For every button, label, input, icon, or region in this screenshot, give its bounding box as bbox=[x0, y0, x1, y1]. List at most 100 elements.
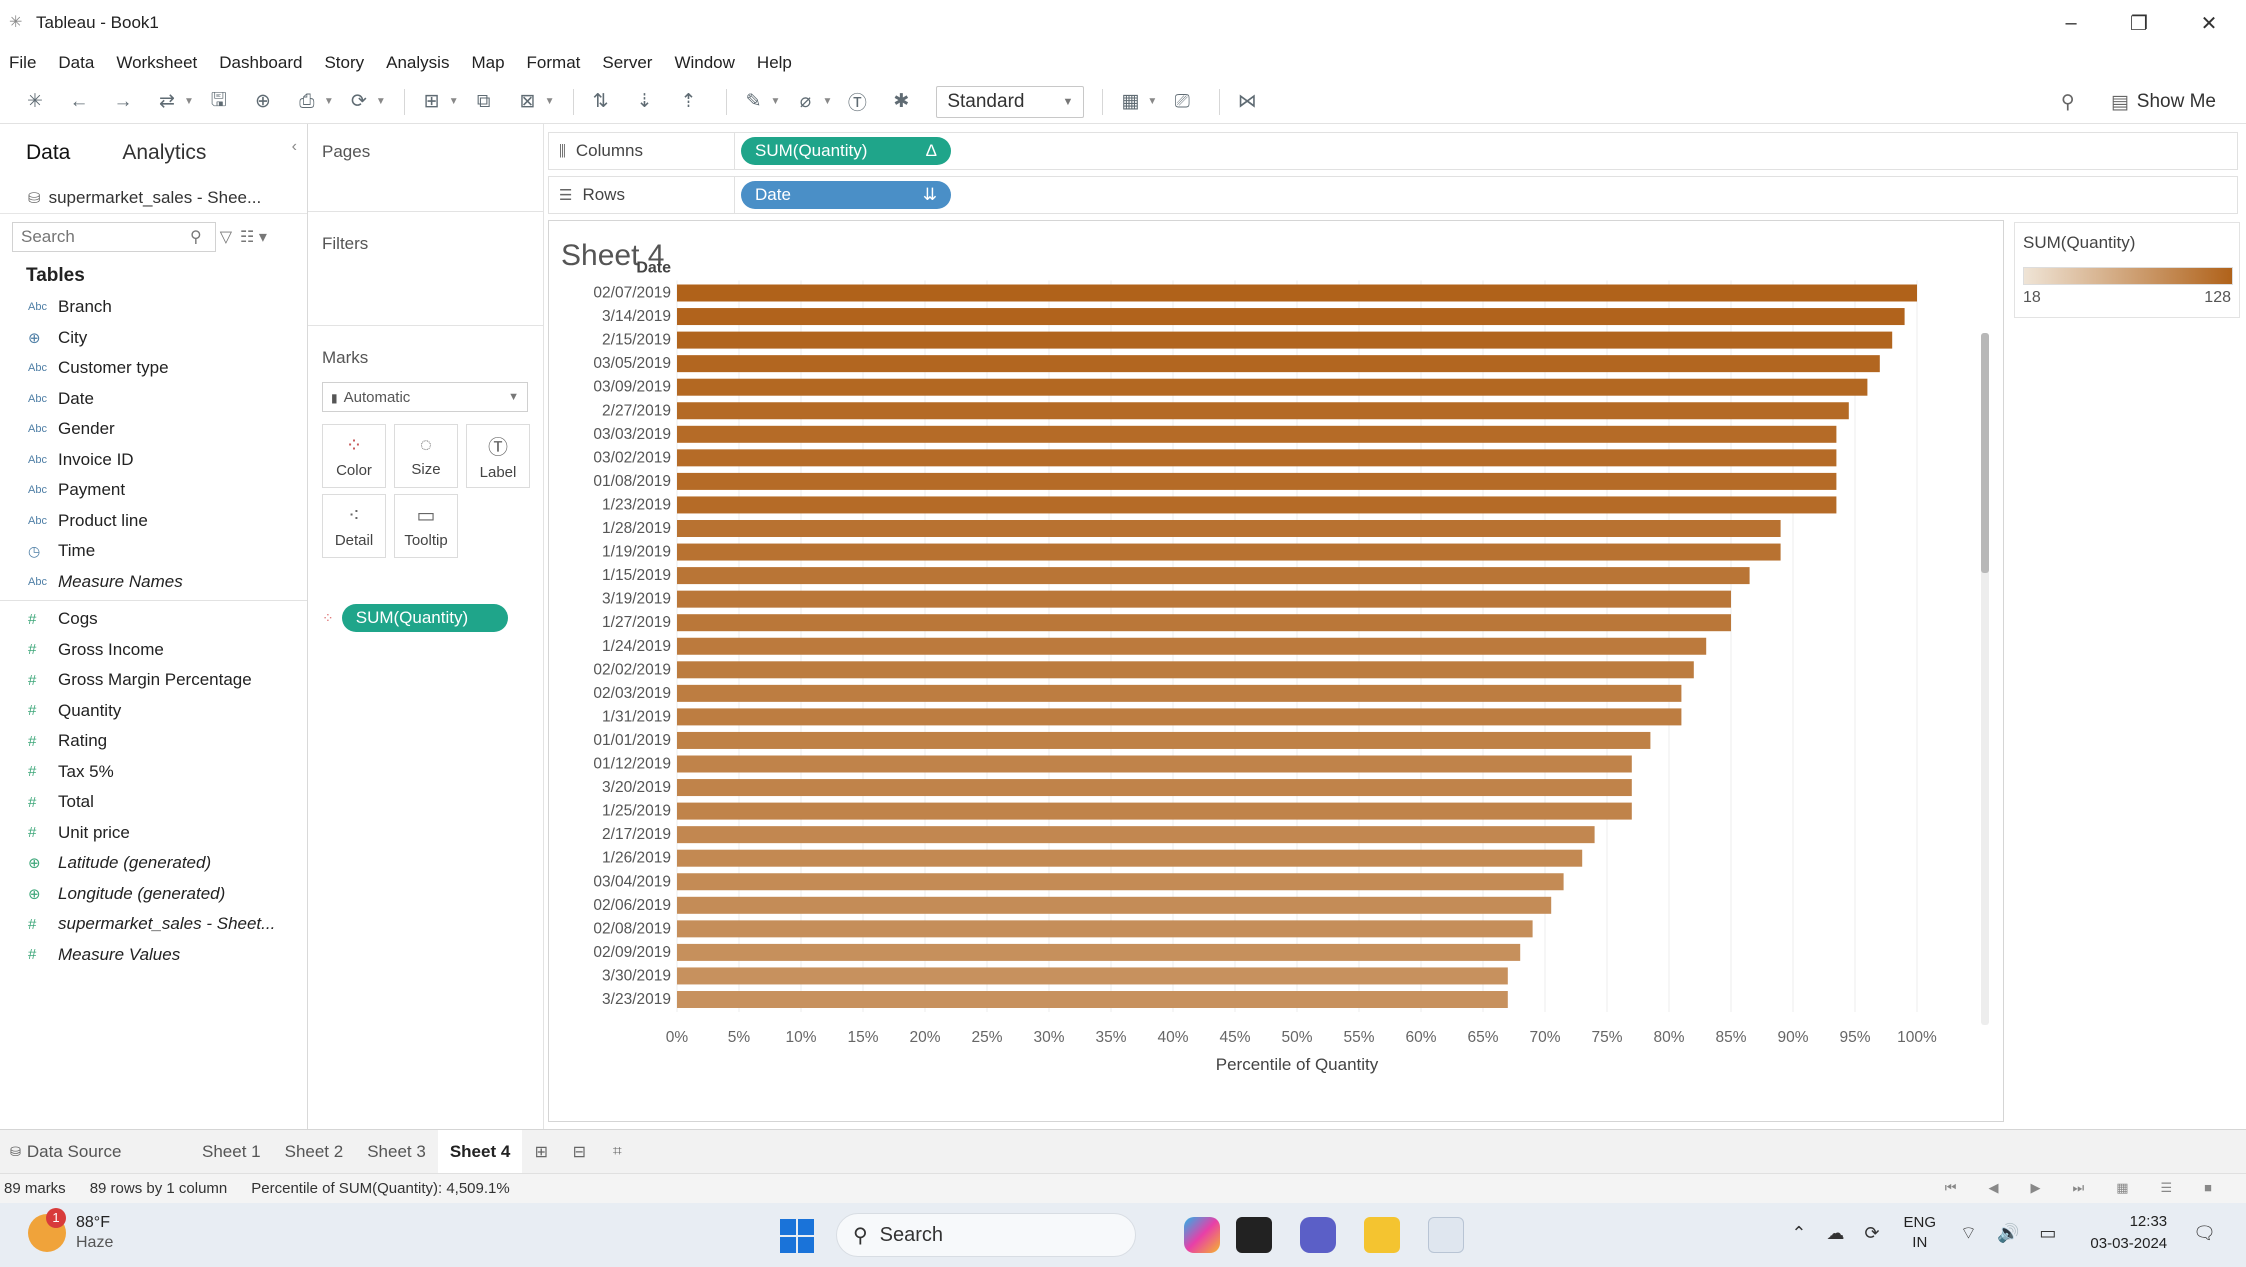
pin-axes-icon[interactable]: ✱ bbox=[884, 85, 918, 119]
bar[interactable] bbox=[677, 637, 1707, 655]
bar[interactable] bbox=[677, 614, 1731, 632]
menu-analysis[interactable]: Analysis bbox=[386, 53, 449, 73]
menu-data[interactable]: Data bbox=[58, 53, 94, 73]
bar[interactable] bbox=[677, 755, 1632, 773]
datasource-item[interactable]: ⛁ supermarket_sales - Shee... bbox=[0, 182, 307, 214]
group-members-icon[interactable]: ⌀ bbox=[788, 85, 822, 119]
bar[interactable] bbox=[677, 449, 1837, 467]
bar[interactable] bbox=[677, 496, 1837, 514]
chevron-down-icon[interactable]: ▼ bbox=[545, 96, 555, 107]
new-worksheet-icon[interactable]: ⊞ bbox=[522, 1142, 560, 1162]
marks-tooltip-button[interactable]: ▭ Tooltip bbox=[394, 494, 458, 558]
taskbar-search[interactable]: ⚲ Search bbox=[836, 1213, 1136, 1257]
sync-icon[interactable]: ⟳ bbox=[1864, 1223, 1879, 1244]
field-item[interactable]: # Total bbox=[0, 787, 307, 818]
tab-data-source[interactable]: ⛁ Data Source bbox=[0, 1130, 190, 1174]
mark-type-select[interactable]: ▮ Automatic ▼ bbox=[322, 382, 528, 412]
first-sheet-icon[interactable]: ⏮ bbox=[1945, 1180, 1957, 1196]
menu-dashboard[interactable]: Dashboard bbox=[219, 53, 302, 73]
tab-sheet-2[interactable]: Sheet 2 bbox=[273, 1130, 356, 1174]
show-labels-icon[interactable]: Ⓣ bbox=[840, 85, 874, 119]
prev-sheet-icon[interactable]: ◀ bbox=[1988, 1180, 1998, 1196]
sort-descending-icon[interactable]: ⇡ bbox=[672, 85, 706, 119]
clock[interactable]: 12:33 03-03-2024 bbox=[2090, 1211, 2167, 1255]
chevron-up-icon[interactable]: ⌃ bbox=[1791, 1223, 1806, 1244]
field-item[interactable]: # Gross Income bbox=[0, 635, 307, 666]
search-icon[interactable]: ⚲ bbox=[190, 227, 202, 247]
field-item[interactable]: ⊕ Longitude (generated) bbox=[0, 879, 307, 910]
new-dashboard-icon[interactable]: ⊟ bbox=[560, 1142, 598, 1162]
refresh-icon[interactable]: ⟳ bbox=[342, 85, 376, 119]
bar[interactable] bbox=[677, 967, 1508, 985]
weather-widget[interactable]: 1 88°F Haze bbox=[28, 1208, 113, 1253]
language-indicator[interactable]: ENG IN bbox=[1904, 1213, 1937, 1253]
bar[interactable] bbox=[677, 873, 1564, 891]
bar[interactable] bbox=[677, 708, 1682, 726]
bar[interactable] bbox=[677, 402, 1849, 420]
windows-start-icon[interactable] bbox=[780, 1219, 814, 1253]
grid-view-icon[interactable]: ▦ bbox=[2116, 1180, 2128, 1196]
marks-color-button[interactable]: ⁘ Color bbox=[322, 424, 386, 488]
vertical-scrollbar[interactable] bbox=[1981, 333, 1989, 1025]
rows-shelf[interactable]: ☰ Rows Date ⇊ bbox=[548, 176, 2238, 214]
sort-ascending-icon[interactable]: ⇣ bbox=[628, 85, 662, 119]
tableau-taskbar-icon[interactable] bbox=[1428, 1217, 1464, 1253]
back-arrow-icon[interactable]: ← bbox=[62, 85, 96, 119]
menu-window[interactable]: Window bbox=[674, 53, 734, 73]
highlight-icon[interactable]: ✎ bbox=[737, 85, 771, 119]
field-item[interactable]: # Quantity bbox=[0, 696, 307, 727]
bar[interactable] bbox=[677, 284, 1917, 302]
clear-sheet-icon[interactable]: ⊠ bbox=[511, 85, 545, 119]
field-item[interactable]: Abc Date bbox=[0, 384, 307, 415]
field-item[interactable]: # Cogs bbox=[0, 604, 307, 635]
pause-updates-icon[interactable]: ⎙ bbox=[290, 85, 324, 119]
bar[interactable] bbox=[677, 472, 1837, 490]
columns-sum-quantity-pill[interactable]: SUM(Quantity) Δ bbox=[741, 137, 951, 165]
last-sheet-icon[interactable]: ⏭ bbox=[2072, 1180, 2084, 1196]
new-datasource-icon[interactable]: ⊕ bbox=[246, 85, 280, 119]
menu-file[interactable]: File bbox=[9, 53, 36, 73]
field-search-input[interactable] bbox=[12, 222, 216, 252]
tab-sheet-3[interactable]: Sheet 3 bbox=[355, 1130, 438, 1174]
share-icon[interactable]: ⋈ bbox=[1230, 85, 1264, 119]
bar[interactable] bbox=[677, 802, 1632, 820]
volume-icon[interactable]: 🔊 bbox=[1997, 1223, 2019, 1244]
bar[interactable] bbox=[677, 661, 1694, 679]
marks-detail-button[interactable]: ⁖ Detail bbox=[322, 494, 386, 558]
minimize-button[interactable]: – bbox=[2038, 0, 2104, 46]
rows-date-pill[interactable]: Date ⇊ bbox=[741, 181, 951, 209]
pages-card[interactable]: Pages bbox=[308, 124, 544, 212]
marks-size-button[interactable]: ◌ Size bbox=[394, 424, 458, 488]
field-item[interactable]: Abc Product line bbox=[0, 506, 307, 537]
scrollbar-thumb[interactable] bbox=[1981, 333, 1989, 573]
bar[interactable] bbox=[677, 991, 1508, 1008]
bar[interactable] bbox=[677, 308, 1905, 326]
presentation-mode-icon[interactable]: ⎚ bbox=[1165, 85, 1199, 119]
field-item[interactable]: # Rating bbox=[0, 726, 307, 757]
bar[interactable] bbox=[677, 920, 1533, 938]
field-item[interactable]: Abc Invoice ID bbox=[0, 445, 307, 476]
onedrive-icon[interactable]: ☁ bbox=[1826, 1223, 1844, 1244]
show-me-button[interactable]: ⚲ ▤ Show Me bbox=[2061, 86, 2216, 118]
collapse-pane-icon[interactable]: ‹ bbox=[292, 138, 297, 156]
bar[interactable] bbox=[677, 331, 1893, 349]
bar[interactable] bbox=[677, 684, 1682, 702]
bar[interactable] bbox=[677, 590, 1731, 608]
bar[interactable] bbox=[677, 567, 1750, 585]
save-icon[interactable]: 🖫 bbox=[202, 85, 236, 119]
tab-analytics[interactable]: Analytics bbox=[96, 141, 232, 165]
chevron-down-icon[interactable]: ▼ bbox=[449, 96, 459, 107]
filter-icon[interactable]: ▽ bbox=[220, 227, 232, 247]
field-item[interactable]: Abc Gender bbox=[0, 414, 307, 445]
bar[interactable] bbox=[677, 543, 1781, 561]
notification-icon[interactable]: 🗨 bbox=[2193, 1223, 2216, 1244]
field-item[interactable]: # Measure Values bbox=[0, 940, 307, 971]
tab-sheet-4[interactable]: Sheet 4 bbox=[437, 1129, 523, 1174]
chevron-down-icon[interactable]: ▼ bbox=[822, 96, 832, 107]
menu-story[interactable]: Story bbox=[324, 53, 364, 73]
menu-worksheet[interactable]: Worksheet bbox=[116, 53, 197, 73]
file-explorer-icon[interactable] bbox=[1364, 1217, 1400, 1253]
bar[interactable] bbox=[677, 826, 1595, 844]
marks-sum-quantity-pill[interactable]: SUM(Quantity) bbox=[341, 604, 508, 632]
bar[interactable] bbox=[677, 779, 1632, 797]
